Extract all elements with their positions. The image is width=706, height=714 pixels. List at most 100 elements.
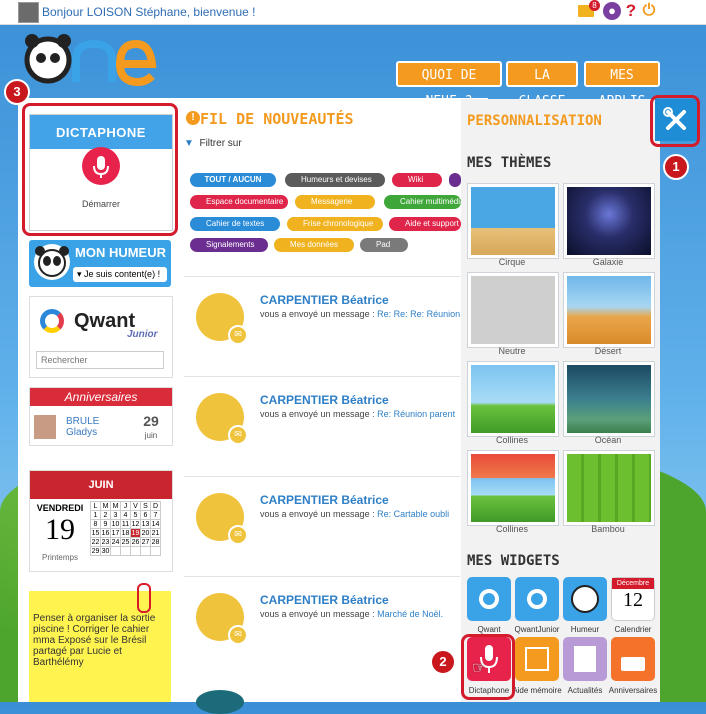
theme-label: Cirque (498, 257, 526, 267)
humeur-select[interactable]: ▾ Je suis content(e) ! (73, 267, 167, 282)
personnalisation-panel: PERSONNALISATION MES THÈMES Cirque Galax… (461, 99, 660, 702)
calendar-header-row: LMMJVSD (90, 501, 161, 511)
message-link[interactable]: Re: Réunion parent (377, 409, 455, 419)
filter-tag-cahier-textes[interactable]: Cahier de textes (190, 217, 280, 231)
widgets-title: MES WIDGETS (467, 553, 560, 569)
message-link[interactable]: Re: Cartable oubli (377, 509, 449, 519)
humeur-widget[interactable]: MON HUMEUR ▾ Je suis content(e) ! (29, 240, 171, 287)
sender-name[interactable]: CARPENTIER Béatrice (260, 393, 389, 407)
filter-tag-humeurs[interactable]: Humeurs et devises (285, 173, 385, 187)
user-icon[interactable]: ● (603, 2, 621, 20)
widget-humeur[interactable] (563, 577, 607, 621)
theme-cirque[interactable] (467, 183, 559, 259)
panda-icon (34, 244, 70, 280)
birthday-person-name[interactable]: BRULE Gladys (66, 416, 99, 438)
fil-title: FIL DE NOUVEAUTÉS (200, 110, 354, 128)
sender-avatar: ✉ (196, 293, 248, 345)
feed-message: vous a envoyé un message : Re: Cartable … (260, 509, 450, 519)
calendar-week-row: 1234567 (90, 510, 161, 520)
calendar-week-row: 29 30 (90, 546, 161, 556)
calendar-week-row: 22 23 24 25 26 27 28 (90, 537, 161, 547)
feed-item[interactable]: ✉ CARPENTIER Béatrice vous a envoyé un m… (184, 376, 460, 465)
widget-qwantjunior[interactable] (515, 577, 559, 621)
greeting-text: Bonjour LOISON Stéphane, bienvenue ! (42, 5, 256, 19)
humeur-title: MON HUMEUR (75, 245, 166, 260)
qwant-logo-icon (40, 309, 64, 333)
sender-avatar: ✉ (196, 593, 248, 645)
nav-la-classe[interactable]: LA CLASSE (506, 61, 578, 109)
filter-tag-signalements[interactable]: Signalements (190, 238, 268, 252)
widget-label: Aide mémoire (512, 686, 562, 695)
callout-1: 1 (663, 154, 689, 180)
sender-name[interactable]: CARPENTIER Béatrice (260, 293, 389, 307)
theme-bambou[interactable] (563, 450, 655, 526)
filter-toggle[interactable]: ▼ Filtrer sur (184, 138, 242, 149)
theme-collines-2[interactable] (467, 450, 559, 526)
widget-anniversaires[interactable] (611, 637, 655, 681)
calendar-month: JUIN (30, 471, 172, 499)
message-link[interactable]: Marché de Noël. (377, 609, 443, 619)
widget-label: Anniversaires (608, 686, 658, 695)
theme-collines[interactable] (467, 361, 559, 437)
power-icon[interactable]: ⏻ (640, 2, 658, 20)
theme-ocean[interactable] (563, 361, 655, 437)
theme-galaxie[interactable] (563, 183, 655, 259)
calendar-week-row: 8 9 10 11 12 13 14 (90, 519, 161, 529)
widget-aide-memoire[interactable] (515, 637, 559, 681)
widget-label: Calendrier (614, 625, 652, 634)
feed-item-partial (196, 690, 244, 714)
humeur-value: Je suis content(e) ! (84, 269, 161, 279)
callout-3: 3 (4, 79, 30, 105)
top-bar: Bonjour LOISON Stéphane, bienvenue ! 8 ●… (0, 0, 706, 25)
anniversaires-title: Anniversaires (30, 388, 172, 406)
calendar-weekday: VENDREDI (36, 503, 84, 513)
qwant-search-input[interactable] (36, 351, 164, 369)
message-link[interactable]: Re: Re: Re: Réunion (377, 309, 460, 319)
theme-desert[interactable] (563, 272, 655, 348)
nav-quoi-de-neuf[interactable]: QUOI DE NEUF ? (396, 61, 502, 109)
birthday-day: 29 (143, 413, 159, 429)
feed-item[interactable]: ✉ CARPENTIER Béatrice vous a envoyé un m… (184, 276, 460, 365)
nav-mes-applis[interactable]: MES APPLIS (584, 61, 660, 109)
theme-label: Collines (495, 435, 528, 445)
birthday-last-name: Gladys (66, 427, 98, 438)
widget-calendrier[interactable]: Décembre 12 (611, 577, 655, 621)
filter-tag-cahier-multimedia[interactable]: Cahier multimédia (384, 195, 461, 209)
filter-tag-pad[interactable]: Pad (360, 238, 408, 252)
feed-item[interactable]: ✉ CARPENTIER Béatrice vous a envoyé un m… (184, 576, 460, 665)
postit-text: Penser à organiser la sortie piscine ! C… (33, 613, 156, 668)
postit-widget[interactable]: Penser à organiser la sortie piscine ! C… (29, 583, 171, 702)
theme-label: Neutre (498, 346, 526, 356)
feed-message: vous a envoyé un message : Re: Réunion p… (260, 409, 456, 419)
theme-label: Océan (594, 435, 622, 445)
sender-name[interactable]: CARPENTIER Béatrice (260, 493, 389, 507)
theme-neutre[interactable] (467, 272, 559, 348)
mail-icon: ✉ (228, 625, 248, 645)
widget-label: Actualités (567, 686, 603, 695)
filter-tag-mes-donnees[interactable]: Mes données (274, 238, 354, 252)
help-icon[interactable]: ? (622, 2, 640, 20)
widget-actualites[interactable] (563, 637, 607, 681)
feed-message: vous a envoyé un message : Marché de Noë… (260, 609, 444, 619)
filter-tag-aide[interactable]: Aide et support (389, 217, 461, 231)
filter-tag-wiki[interactable]: Wiki (392, 173, 442, 187)
sender-name[interactable]: CARPENTIER Béatrice (260, 593, 389, 607)
birthday-month: juin (144, 431, 158, 440)
user-avatar[interactable] (18, 2, 39, 23)
widget-qwant[interactable] (467, 577, 511, 621)
feed-item[interactable]: ✉ CARPENTIER Béatrice vous a envoyé un m… (184, 476, 460, 565)
qwant-brand: Qwant (74, 310, 136, 332)
filter-tag-tout[interactable]: TOUT / AUCUN (190, 173, 276, 187)
qwant-junior-label: Junior (127, 329, 158, 340)
filter-tag-messagerie[interactable]: Messagerie (295, 195, 375, 209)
panel-title: PERSONNALISATION (467, 113, 602, 129)
sender-avatar: ✉ (196, 393, 248, 445)
filter-tag-extra[interactable] (449, 173, 461, 187)
theme-label: Bambou (591, 524, 625, 534)
filter-tag-espace-documentaire[interactable]: Espace documentaire (190, 195, 288, 209)
one-logo[interactable] (24, 32, 164, 92)
filter-tag-frise[interactable]: Frise chronologique (287, 217, 383, 231)
calendar-week-row: 15 16 17 18 19 20 21 (90, 528, 161, 538)
dictaphone-highlight-frame (22, 103, 178, 236)
paperclip-icon (137, 583, 151, 613)
